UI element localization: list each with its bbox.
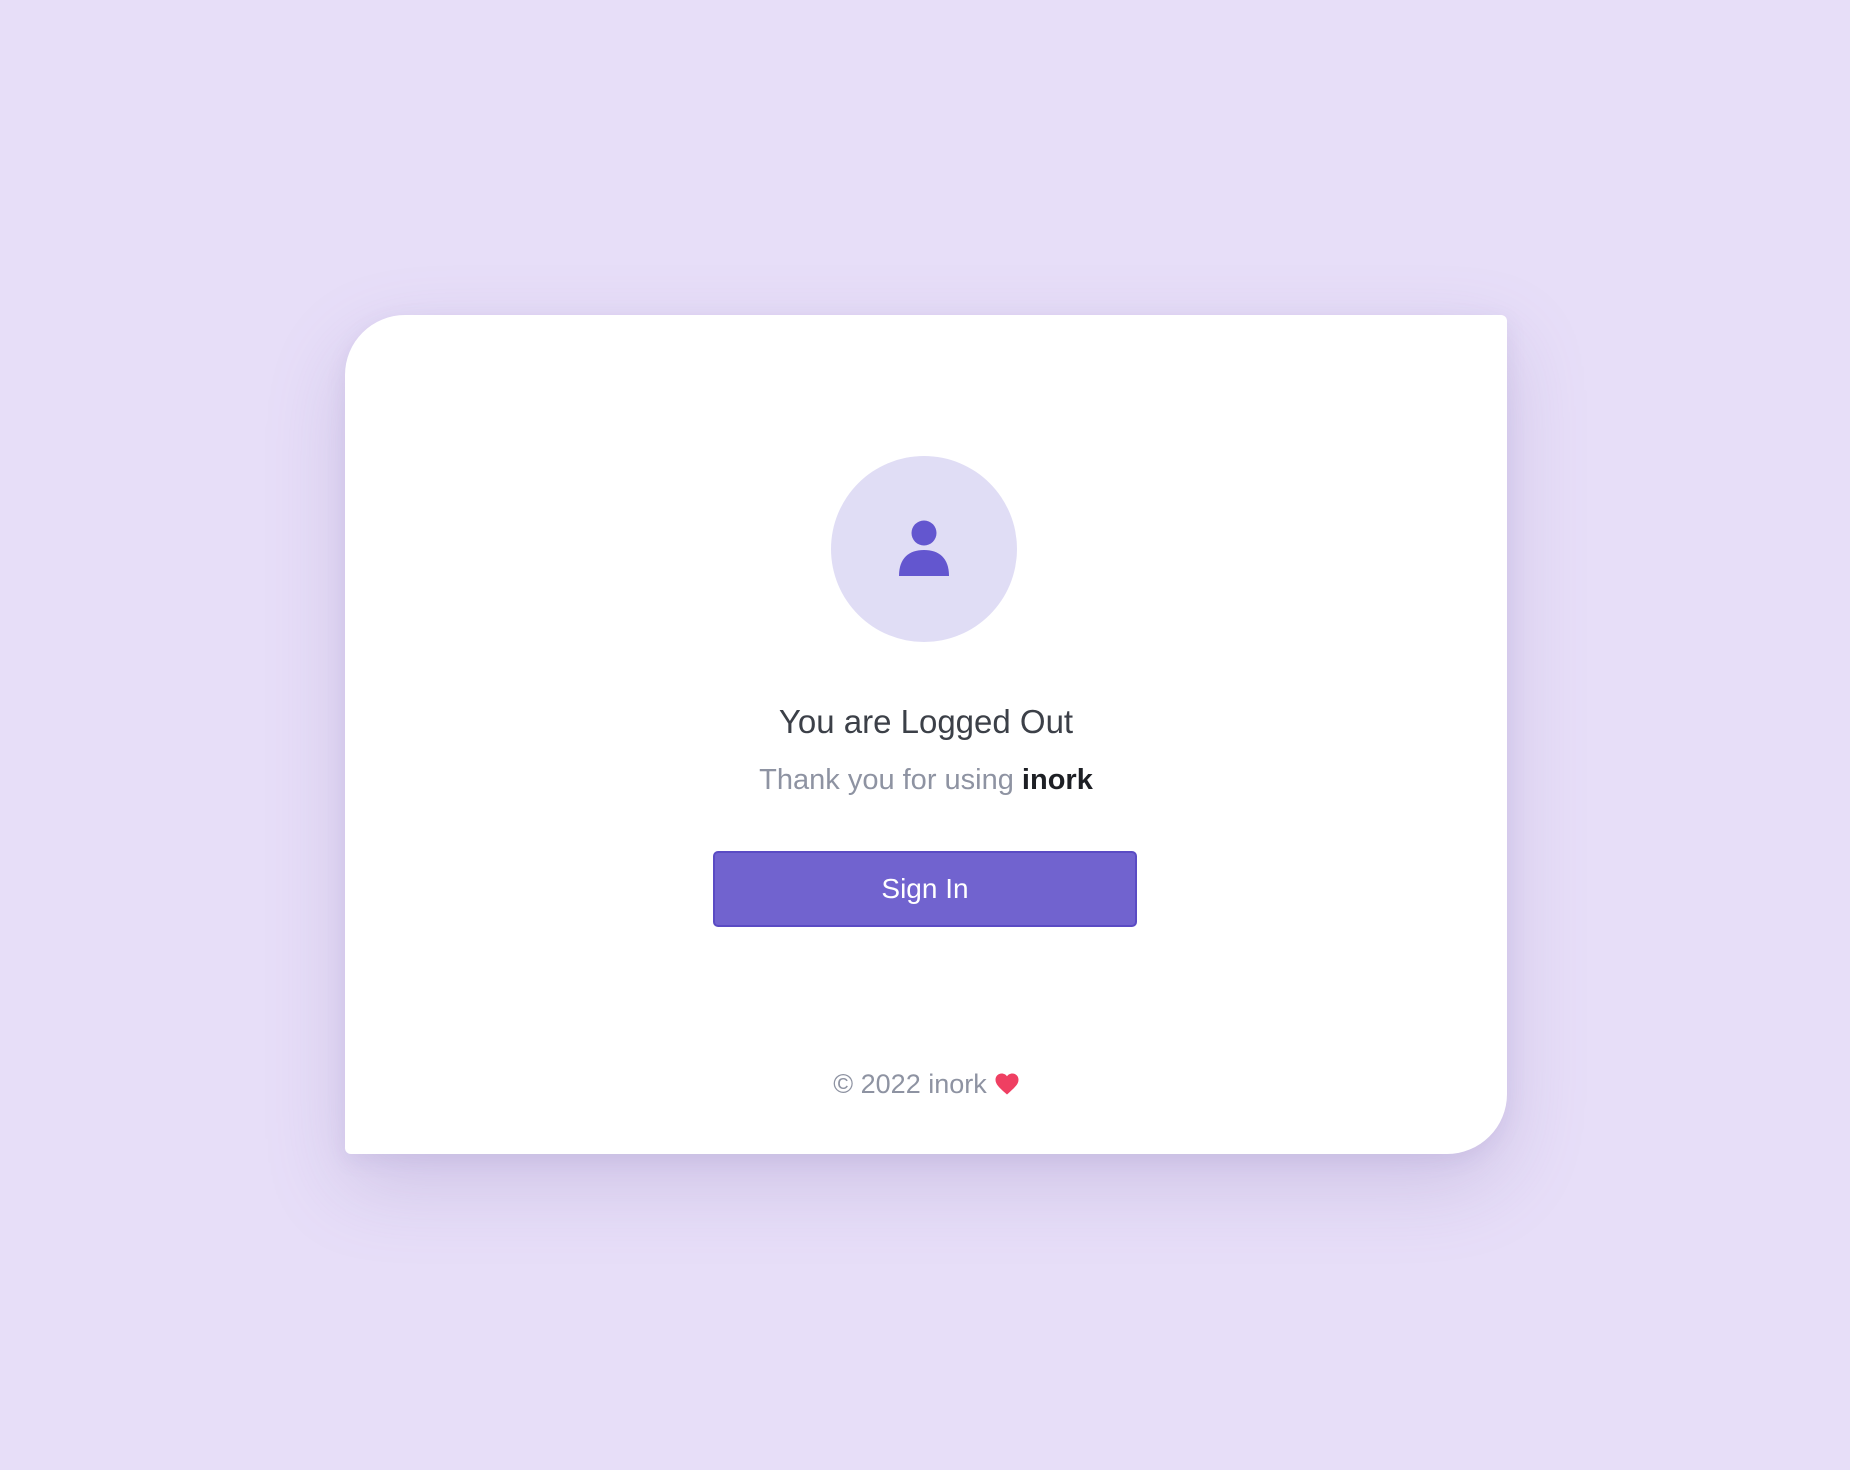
thank-you-text: Thank you for using: [759, 764, 1014, 796]
brand-name: inork: [1021, 764, 1093, 796]
user-icon: [897, 519, 951, 579]
thank-you-message: Thank you for using inork: [345, 763, 1507, 798]
logout-card: You are Logged Out Thank you for using i…: [345, 315, 1507, 1154]
copyright-text: © 2022 inork: [833, 1069, 987, 1099]
page-title: You are Logged Out: [778, 703, 1074, 740]
heart-icon: [995, 1073, 1019, 1095]
avatar: [831, 456, 1017, 642]
sign-in-button[interactable]: Sign In: [713, 851, 1137, 927]
footer: © 2022 inork: [345, 1068, 1507, 1100]
